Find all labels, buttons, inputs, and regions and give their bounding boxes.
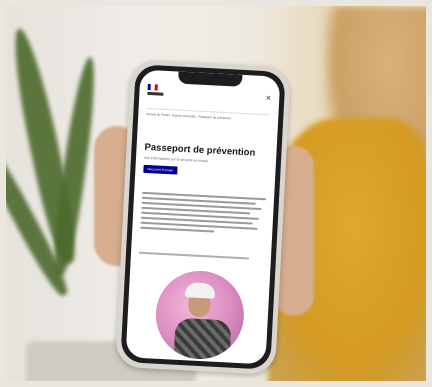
intro-paragraph <box>140 191 267 238</box>
government-logo-text <box>147 91 164 96</box>
breadcrumb[interactable]: Accueil du Portail · Espace particulier … <box>146 112 231 120</box>
worker-shirt <box>173 317 232 362</box>
footnote-text <box>138 251 249 263</box>
phone-screen: ✕ Accueil du Portail · Espace particulie… <box>125 69 281 365</box>
close-icon[interactable]: ✕ <box>265 94 271 102</box>
site-header: ✕ Accueil du Portail · Espace particulie… <box>146 83 272 130</box>
photo-scene: ✕ Accueil du Portail · Espace particulie… <box>6 6 426 381</box>
french-flag-logo <box>147 83 158 91</box>
smartphone: ✕ Accueil du Portail · Espace particulie… <box>115 59 291 375</box>
hard-hat-icon <box>184 282 216 299</box>
phone-bezel: ✕ Accueil du Portail · Espace particulie… <box>120 64 286 370</box>
page-tagline: Vos informations sur la sécurité au trav… <box>143 155 208 164</box>
discover-button[interactable]: Découvrir le projet <box>143 164 178 175</box>
worker-photo <box>153 268 247 362</box>
phone-notch <box>177 71 243 87</box>
